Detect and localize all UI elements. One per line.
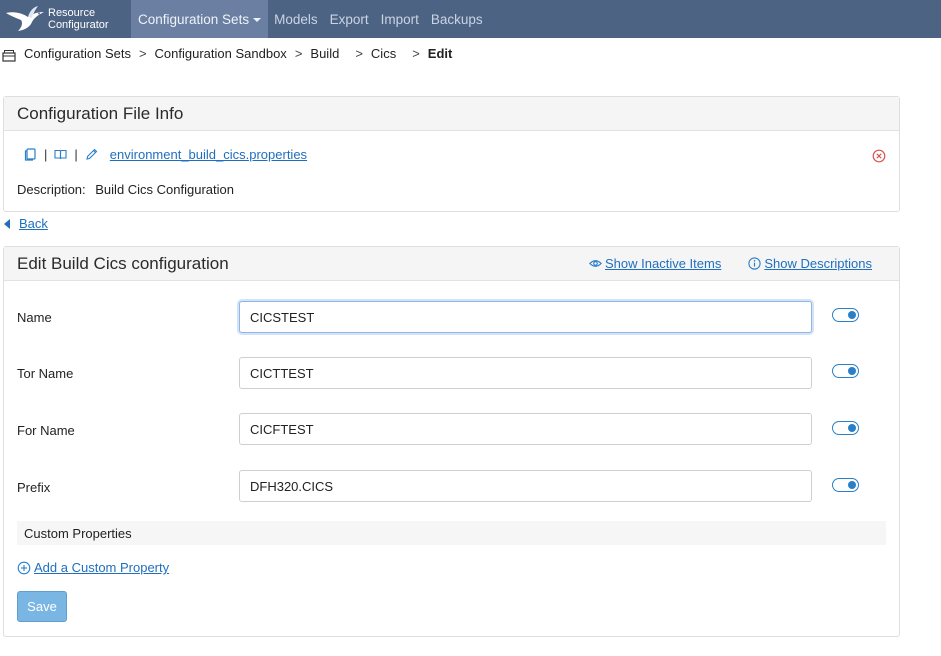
plus-circle-icon — [17, 561, 31, 574]
back-link[interactable]: Back — [19, 216, 48, 231]
name-input[interactable] — [239, 301, 812, 333]
for-name-label: For Name — [17, 423, 75, 438]
divider: | — [74, 147, 78, 162]
edit-config-header: Edit Build Cics configuration Show Inact… — [4, 247, 899, 281]
breadcrumb-separator: > — [294, 45, 303, 61]
nav-models[interactable]: Models — [268, 0, 324, 38]
nav-import[interactable]: Import — [375, 0, 425, 38]
name-label: Name — [17, 310, 52, 325]
name-active-toggle[interactable] — [832, 308, 859, 322]
breadcrumb-build[interactable]: Build — [310, 46, 339, 61]
archive-box-icon — [2, 50, 16, 62]
nav-backups-label: Backups — [430, 11, 483, 27]
breadcrumb-configuration-sandbox[interactable]: Configuration Sandbox — [155, 46, 287, 61]
tor-name-active-toggle[interactable] — [832, 364, 859, 378]
eye-icon — [589, 260, 603, 267]
prefix-input[interactable] — [239, 470, 812, 502]
top-navbar: Resource Configurator Configuration Sets… — [0, 0, 941, 38]
brand-line1: Resource — [48, 7, 96, 19]
description-row: Description: Build Cics Configuration — [17, 182, 234, 197]
custom-properties-section: Custom Properties — [17, 521, 886, 545]
breadcrumb-separator: > — [138, 45, 147, 61]
nav-import-label: Import — [380, 11, 419, 27]
book-icon[interactable] — [54, 148, 67, 161]
show-inactive-link[interactable]: Show Inactive Items — [605, 256, 721, 271]
nav-export[interactable]: Export — [324, 0, 375, 38]
file-info-header: Configuration File Info — [4, 97, 899, 131]
delete-circle-icon[interactable] — [872, 149, 886, 163]
add-custom-property-link[interactable]: Add a Custom Property — [34, 560, 169, 575]
tor-name-label: Tor Name — [17, 366, 74, 381]
for-name-input[interactable] — [239, 413, 812, 445]
brand-line2: Configurator — [48, 19, 109, 31]
show-inactive-toggle[interactable]: Show Inactive Items — [589, 256, 721, 271]
edit-config-title: Edit Build Cics configuration — [17, 253, 229, 273]
header-links: Show Inactive Items Show Descriptions — [589, 256, 872, 271]
nav-configuration-sets-label: Configuration Sets — [138, 11, 250, 27]
pencil-icon[interactable] — [85, 148, 98, 161]
nav-backups[interactable]: Backups — [425, 0, 489, 38]
prefix-active-toggle[interactable] — [832, 478, 859, 492]
tor-name-input[interactable] — [239, 357, 812, 389]
info-circle-icon — [748, 257, 761, 270]
file-info-title: Configuration File Info — [17, 103, 184, 123]
back-link-row: Back — [4, 216, 48, 231]
breadcrumb-cics[interactable]: Cics — [371, 46, 396, 61]
edit-config-panel: Edit Build Cics configuration Show Inact… — [3, 246, 900, 637]
breadcrumb-current: Edit — [427, 45, 453, 61]
description-label: Description: — [17, 182, 86, 197]
for-name-active-toggle[interactable] — [832, 421, 859, 435]
breadcrumb-separator: > — [355, 45, 363, 61]
filename-link[interactable]: environment_build_cics.properties — [110, 147, 307, 162]
custom-properties-label: Custom Properties — [24, 525, 132, 541]
nav-configuration-sets[interactable]: Configuration Sets — [131, 0, 269, 38]
breadcrumb-separator: > — [412, 45, 420, 61]
brand-text: Resource Configurator — [48, 7, 109, 31]
prefix-label: Prefix — [17, 480, 51, 495]
add-custom-property-row[interactable]: Add a Custom Property — [17, 560, 169, 575]
breadcrumb: Configuration Sets > Configuration Sandb… — [2, 45, 453, 62]
show-descriptions-link[interactable]: Show Descriptions — [764, 256, 872, 271]
save-button[interactable]: Save — [17, 591, 67, 622]
description-value: Build Cics Configuration — [95, 182, 234, 197]
brand-logo[interactable]: Resource Configurator — [0, 0, 131, 38]
caret-left-icon — [4, 218, 10, 229]
hummingbird-logo-icon — [6, 6, 44, 31]
nav-models-label: Models — [274, 11, 318, 27]
file-info-panel: Configuration File Info | | environment_… — [3, 96, 900, 212]
breadcrumb-configuration-sets[interactable]: Configuration Sets — [24, 46, 131, 61]
nav-export-label: Export — [329, 11, 369, 27]
copy-icon[interactable] — [24, 148, 37, 161]
divider: | — [44, 147, 48, 162]
file-actions-row: | | environment_build_cics.properties — [24, 147, 307, 162]
show-descriptions-toggle[interactable]: Show Descriptions — [748, 256, 872, 271]
caret-down-icon — [253, 18, 262, 22]
